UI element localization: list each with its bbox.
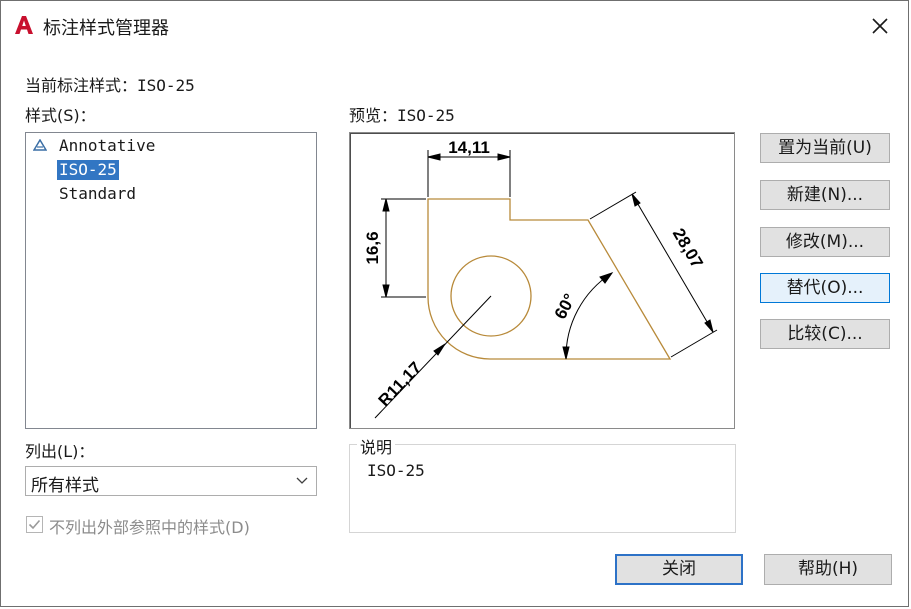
checkmark-icon bbox=[28, 519, 41, 530]
part-outline bbox=[427, 198, 672, 360]
current-style-row: 当前标注样式：ISO-25 bbox=[25, 72, 195, 96]
description-title: 说明 bbox=[357, 434, 396, 458]
description-text: ISO-25 bbox=[367, 461, 425, 480]
set-current-button[interactable]: 置为当前(U) bbox=[760, 133, 890, 163]
dim-vertical-text: 16,6 bbox=[363, 231, 382, 264]
autocad-logo-icon bbox=[15, 16, 33, 34]
preview-canvas: 14,11 16,6 28,07 60° R11,17 bbox=[349, 132, 735, 429]
annotative-icon bbox=[33, 139, 47, 151]
style-item-iso-25[interactable]: ISO-25 bbox=[57, 160, 119, 180]
preview-label: 预览： bbox=[349, 106, 398, 125]
list-filter-value: 所有样式 bbox=[31, 476, 99, 496]
close-icon[interactable] bbox=[866, 12, 894, 40]
compare-styles-button[interactable]: 比较(C)... bbox=[760, 319, 890, 349]
dimension-style-manager-dialog: 标注样式管理器 当前标注样式：ISO-25 样式(S)： Annotative … bbox=[0, 0, 909, 607]
dim-angle-text: 60° bbox=[551, 290, 580, 322]
close-button[interactable]: 关闭 bbox=[615, 554, 743, 585]
dim-radius-text: R11,17 bbox=[375, 358, 426, 410]
current-style-label: 当前标注样式： bbox=[25, 76, 138, 95]
dim-aligned-text: 28,07 bbox=[669, 225, 707, 271]
chevron-down-icon bbox=[296, 477, 308, 484]
dim-horizontal-text: 14,11 bbox=[448, 138, 490, 157]
preview-label-row: 预览：ISO-25 bbox=[349, 102, 455, 126]
preview-style-name: ISO-25 bbox=[397, 106, 455, 125]
current-style-value: ISO-25 bbox=[137, 76, 195, 95]
window-title: 标注样式管理器 bbox=[43, 18, 169, 39]
modify-style-button[interactable]: 修改(M)... bbox=[760, 227, 890, 257]
list-filter-label: 列出(L)： bbox=[25, 442, 95, 461]
description-group bbox=[349, 444, 736, 533]
override-style-button[interactable]: 替代(O)... bbox=[760, 273, 890, 303]
help-button[interactable]: 帮助(H) bbox=[764, 554, 892, 585]
list-filter-dropdown[interactable]: 所有样式 bbox=[25, 466, 317, 496]
exclude-xref-checkbox[interactable] bbox=[26, 516, 43, 533]
new-style-button[interactable]: 新建(N)... bbox=[760, 180, 890, 210]
style-item-annotative[interactable]: Annotative bbox=[57, 136, 157, 156]
dimension-preview-drawing: 14,11 16,6 28,07 60° R11,17 bbox=[363, 138, 718, 419]
styles-label: 样式(S)： bbox=[25, 106, 96, 125]
styles-listbox[interactable]: Annotative ISO-25 Standard bbox=[25, 132, 317, 429]
exclude-xref-label: 不列出外部参照中的样式(D) bbox=[49, 518, 250, 537]
style-item-standard[interactable]: Standard bbox=[57, 184, 138, 204]
title-bar: 标注样式管理器 bbox=[1, 1, 908, 51]
